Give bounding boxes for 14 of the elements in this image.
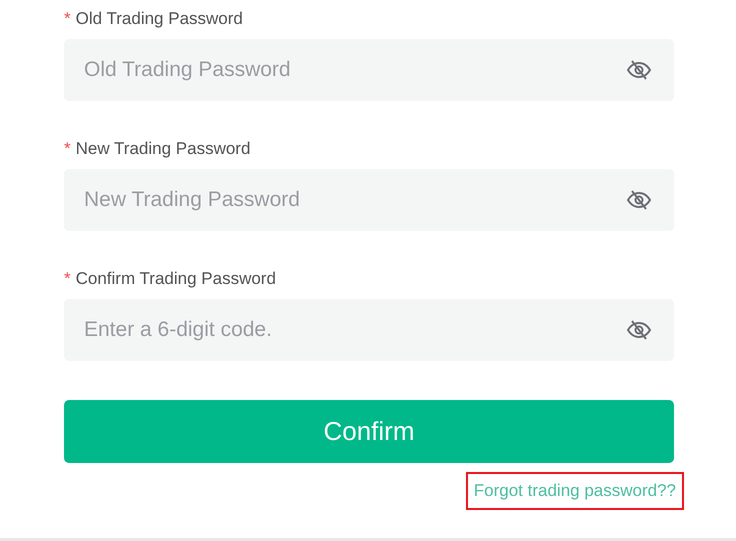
required-asterisk: * — [64, 138, 71, 160]
required-asterisk: * — [64, 8, 71, 30]
password-field[interactable]: New Trading Password — [64, 169, 674, 231]
field-label: Confirm Trading Password — [76, 268, 276, 290]
password-field[interactable]: Old Trading Password — [64, 39, 674, 101]
confirm-button[interactable]: Confirm — [64, 400, 674, 463]
required-asterisk: * — [64, 268, 71, 290]
hidden-eye-icon[interactable] — [626, 319, 652, 341]
hidden-eye-icon[interactable] — [626, 59, 652, 81]
field-label: New Trading Password — [76, 138, 250, 160]
hidden-eye-icon[interactable] — [626, 189, 652, 211]
password-field[interactable]: Enter a 6-digit code. — [64, 299, 674, 361]
field-label: Old Trading Password — [76, 8, 243, 30]
forgot-password-link[interactable]: Forgot trading password?? — [466, 472, 684, 510]
